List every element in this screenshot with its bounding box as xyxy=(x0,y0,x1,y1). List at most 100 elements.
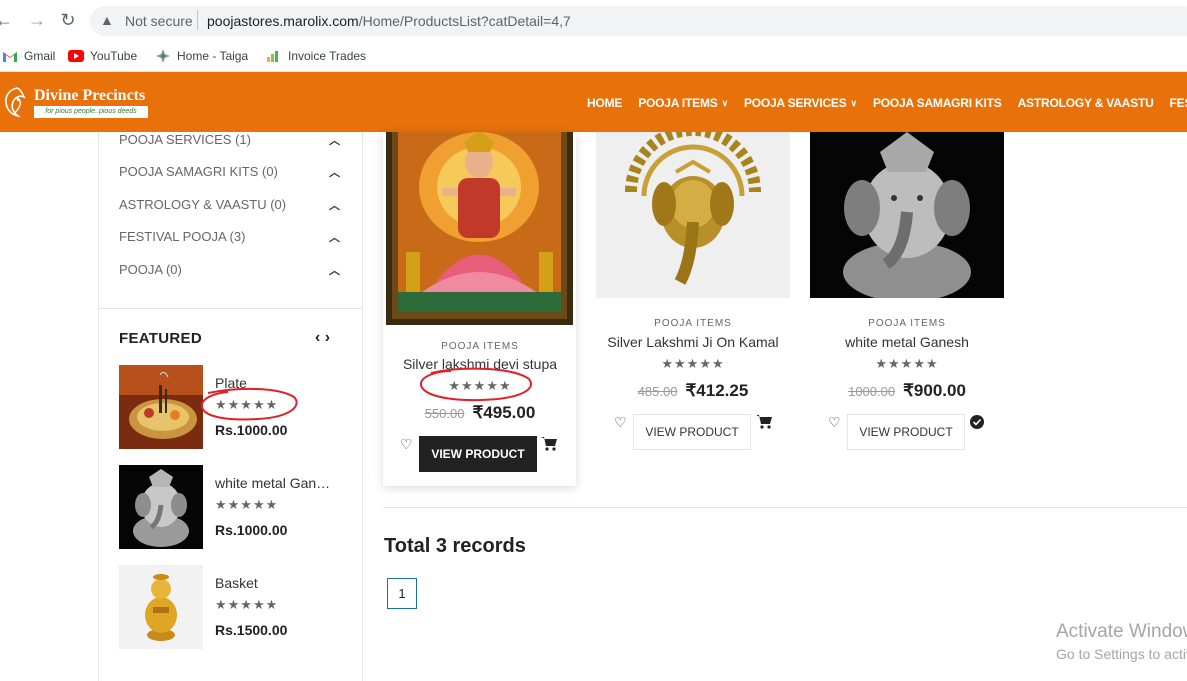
menu-festival[interactable]: FESTIV xyxy=(1170,94,1187,112)
windows-watermark-title: Activate Windows xyxy=(1056,621,1187,642)
category-pooja[interactable]: POOJA (0) ︿ xyxy=(119,262,344,282)
rating-stars: ★★★★★ xyxy=(215,597,279,612)
product-name[interactable]: Silver lakshmi devi stupa xyxy=(383,356,577,372)
menu-label: POOJA ITEMS xyxy=(638,96,718,110)
product-name[interactable]: white metal Ganesh xyxy=(810,334,1004,350)
chevron-up-icon[interactable]: ︿ xyxy=(329,164,340,180)
menu-label: POOJA SAMAGRI KITS xyxy=(872,96,1002,110)
brand-tagline: for pious people..pious deeds xyxy=(34,106,148,118)
url-host: poojastores.marolix.com xyxy=(207,13,359,29)
chevron-left-icon[interactable]: ‹ xyxy=(315,329,320,346)
featured-item[interactable]: Basket ★★★★★ Rs.1500.00 xyxy=(119,565,349,649)
category-festival-pooja[interactable]: FESTIVAL POOJA (3) ︿ xyxy=(119,229,344,249)
featured-nav: ‹ › xyxy=(315,329,330,347)
old-price: 1000.00 xyxy=(848,384,896,399)
bookmark-youtube[interactable]: YouTube xyxy=(68,46,137,66)
pagination-page-1[interactable]: 1 xyxy=(387,578,417,609)
chevron-up-icon[interactable]: ︿ xyxy=(329,132,340,148)
product-category: POOJA ITEMS xyxy=(441,341,519,352)
chevron-down-icon: ∨ xyxy=(721,97,729,108)
view-product-button[interactable]: VIEW PRODUCT xyxy=(419,436,537,472)
featured-thumbnail-ganesh[interactable] xyxy=(119,465,203,549)
sidebar: POOJA SERVICES (1) ︿ POOJA SAMAGRI KITS … xyxy=(98,132,363,681)
menu-label: POOJA SERVICES xyxy=(743,96,847,110)
brand-logo[interactable]: Divine Precincts for pious people..pious… xyxy=(0,84,150,120)
forward-arrow-icon[interactable]: → xyxy=(27,10,47,30)
cart-icon[interactable] xyxy=(756,414,772,432)
chevron-up-icon[interactable]: ︿ xyxy=(329,262,340,278)
category-astrology-vaastu[interactable]: ASTROLOGY & VAASTU (0) ︿ xyxy=(119,197,344,217)
featured-name[interactable]: white metal Ganesh xyxy=(215,475,337,491)
back-arrow-icon[interactable]: ← xyxy=(0,10,14,30)
heart-icon[interactable]: ♡ xyxy=(400,436,413,453)
rating-stars: ★★★★★ xyxy=(215,497,279,512)
menu-pooja-samagri-kits[interactable]: POOJA SAMAGRI KITS xyxy=(873,94,1002,112)
site-header: Divine Precincts for pious people..pious… xyxy=(0,72,1187,132)
featured-heading: FEATURED xyxy=(119,330,202,347)
featured-price: Rs.1000.00 xyxy=(215,522,288,538)
gmail-icon xyxy=(2,48,18,64)
menu-pooja-services[interactable]: POOJA SERVICES ∨ xyxy=(744,94,857,112)
old-price: 485.00 xyxy=(637,384,678,399)
total-records: Total 3 records xyxy=(384,535,526,557)
product-image-ganesh[interactable] xyxy=(810,132,1004,298)
menu-label: HOME xyxy=(587,96,623,110)
category-label: ASTROLOGY & VAASTU (0) xyxy=(119,197,287,212)
product-image-lakshmi[interactable] xyxy=(386,132,573,325)
heart-icon[interactable]: ♡ xyxy=(614,414,627,431)
chevron-up-icon[interactable]: ︿ xyxy=(329,229,340,245)
product-price: 550.00 ₹495.00 xyxy=(383,403,577,423)
not-secure-label[interactable]: Not secure xyxy=(125,13,193,29)
view-product-button[interactable]: VIEW PRODUCT xyxy=(847,414,965,450)
url-text[interactable]: poojastores.marolix.com/Home/ProductsLis… xyxy=(207,13,571,29)
bookmark-label: Home - Taiga xyxy=(177,49,249,63)
sidebar-divider xyxy=(99,308,363,309)
product-name[interactable]: Silver Lakshmi Ji On Kamal xyxy=(596,334,790,350)
bookmark-label: Gmail xyxy=(24,49,56,63)
featured-thumbnail-plate[interactable] xyxy=(119,365,203,449)
product-image-lakshmi-kamal[interactable] xyxy=(596,132,790,298)
menu-home[interactable]: HOME xyxy=(587,94,622,112)
warning-icon[interactable]: ▲ xyxy=(100,12,114,28)
rating-stars: ★★★★★ xyxy=(448,378,512,393)
bookmark-label: YouTube xyxy=(90,49,138,63)
product-category: POOJA ITEMS xyxy=(654,318,732,329)
featured-name[interactable]: Plate xyxy=(215,375,337,391)
bookmarks-bar: Gmail YouTube Home - Taiga Invoice Trade… xyxy=(0,40,1187,72)
youtube-icon xyxy=(68,48,84,64)
cart-icon[interactable] xyxy=(541,436,557,454)
menu-pooja-items[interactable]: POOJA ITEMS ∨ xyxy=(638,94,728,112)
chevron-right-icon[interactable]: › xyxy=(325,329,330,346)
menu-astrology-vaastu[interactable]: ASTROLOGY & VAASTU xyxy=(1018,94,1154,112)
bookmark-invoice-trades[interactable]: Invoice Trades xyxy=(266,46,366,66)
view-product-button[interactable]: VIEW PRODUCT xyxy=(633,414,751,450)
reload-icon[interactable]: ↻ xyxy=(58,10,78,30)
product-card[interactable]: POOJA ITEMS Silver lakshmi devi stupa ★★… xyxy=(383,132,576,486)
featured-item[interactable]: white metal Ganesh ★★★★★ Rs.1000.00 xyxy=(119,465,349,549)
current-price: ₹900.00 xyxy=(903,381,966,400)
windows-watermark-subtitle: Go to Settings to activate Windows. xyxy=(1056,646,1187,662)
rating-stars: ★★★★★ xyxy=(661,356,725,371)
content-divider xyxy=(383,507,1187,508)
bookmark-taiga[interactable]: Home - Taiga xyxy=(155,46,248,66)
current-price: ₹412.25 xyxy=(685,381,749,400)
chevron-up-icon[interactable]: ︿ xyxy=(329,197,340,213)
bookmark-gmail[interactable]: Gmail xyxy=(2,46,55,66)
heart-icon[interactable]: ♡ xyxy=(828,414,841,431)
product-price: 1000.00 ₹900.00 xyxy=(810,381,1004,401)
product-card[interactable]: POOJA ITEMS white metal Ganesh ★★★★★ 100… xyxy=(810,132,1004,472)
product-card[interactable]: POOJA ITEMS Silver Lakshmi Ji On Kamal ★… xyxy=(596,132,790,472)
current-price: ₹495.00 xyxy=(472,403,536,422)
rating-stars: ★★★★★ xyxy=(875,356,939,371)
rating-stars: ★★★★★ xyxy=(215,397,279,412)
featured-item[interactable]: Plate ★★★★★ Rs.1000.00 xyxy=(119,365,349,449)
menu-label: ASTROLOGY & VAASTU xyxy=(1017,96,1154,110)
featured-thumbnail-basket[interactable] xyxy=(119,565,203,649)
category-pooja-services[interactable]: POOJA SERVICES (1) ︿ xyxy=(119,132,344,152)
check-circle-icon[interactable] xyxy=(970,415,984,432)
featured-price: Rs.1000.00 xyxy=(215,422,288,438)
browser-toolbar: ← → ↻ ▲ Not secure poojastores.marolix.c… xyxy=(0,0,1187,40)
featured-name[interactable]: Basket xyxy=(215,575,337,591)
category-label: FESTIVAL POOJA (3) xyxy=(119,229,246,244)
category-pooja-samagri-kits[interactable]: POOJA SAMAGRI KITS (0) ︿ xyxy=(119,164,344,184)
